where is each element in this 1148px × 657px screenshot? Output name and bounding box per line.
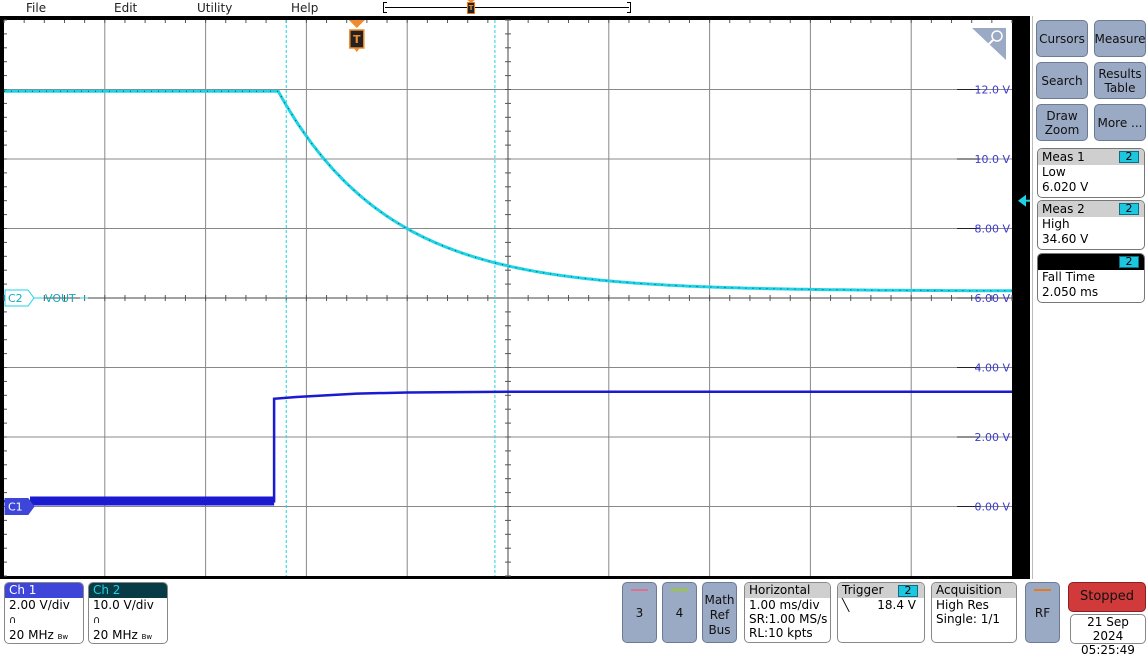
axis-label: 8.00 V <box>974 223 1010 236</box>
axis-label: 0.00 V <box>974 501 1010 514</box>
ch2-marker-label: C2 <box>8 292 23 305</box>
meas-1-title: Meas 1 <box>1042 150 1085 164</box>
ch1-probe-icon: ∩ <box>9 615 17 626</box>
trigger-source: 2 <box>898 585 918 597</box>
menu-utility[interactable]: Utility <box>197 0 232 16</box>
record-trigger-icon: T <box>467 2 475 14</box>
date: 21 Sep 2024 <box>1087 615 1129 643</box>
draw-zoom-button[interactable]: Draw Zoom <box>1036 104 1088 141</box>
meas-3-badge[interactable]: 2 Fall Time 2.050 ms <box>1037 253 1145 303</box>
ch2-probe-icon: ∩ <box>93 615 101 626</box>
ref-label: Ref <box>709 608 730 622</box>
meas-1-source: 2 <box>1119 151 1139 163</box>
axis-label: 10.0 V <box>974 153 1010 166</box>
record-bracket-right <box>627 2 631 13</box>
meas-2-type: High <box>1042 217 1070 231</box>
trigger-title: Trigger <box>842 583 884 597</box>
axis-label: 12.0 V <box>974 84 1010 97</box>
acquisition-mode: High Res <box>936 598 989 612</box>
run-stop-button[interactable]: Stopped <box>1068 582 1146 612</box>
record-line <box>385 7 629 8</box>
measure-button[interactable]: Measure <box>1094 20 1146 57</box>
horizontal-record-length: RL:10 kpts <box>749 626 813 640</box>
right-sidebar: Cursors Measure Search Results Table Dra… <box>1032 16 1148 579</box>
meas-2-badge[interactable]: Meas 2 2 High 34.60 V <box>1037 200 1145 250</box>
rf-color-bar <box>1034 589 1051 591</box>
meas-1-type: Low <box>1042 165 1066 179</box>
falling-edge-icon: ╲ <box>842 598 850 612</box>
meas-1-badge[interactable]: Meas 1 2 Low 6.020 V <box>1037 148 1145 198</box>
cursors-button[interactable]: Cursors <box>1036 20 1088 57</box>
acquisition-badge[interactable]: Acquisition High Res Single: 1/1 <box>931 582 1017 643</box>
record-view-bar[interactable]: T <box>383 0 631 14</box>
axis-label: 4.00 V <box>974 362 1010 375</box>
time: 05:25:49 <box>1081 643 1135 657</box>
waveform-display[interactable]: 12.0 V 10.0 V 8.00 V 6.00 V 4.00 V 2.00 V 0.00… <box>0 16 1030 579</box>
meas-3-source: 2 <box>1119 256 1139 268</box>
horizontal-sample-rate: SR:1.00 MS/s <box>749 612 828 626</box>
ch1-bw-icon: Bw <box>57 633 69 641</box>
trigger-level: 18.4 V <box>877 598 916 612</box>
menu-file[interactable]: File <box>26 0 46 16</box>
meas-3-value: 2.050 ms <box>1042 285 1099 299</box>
menu-help[interactable]: Help <box>291 0 318 16</box>
ch1-title: Ch 1 <box>5 583 83 598</box>
ch2-scale: 10.0 V/div <box>93 598 154 612</box>
meas-2-title: Meas 2 <box>1042 202 1085 216</box>
rf-button[interactable]: RF <box>1025 582 1060 643</box>
more-options-icon[interactable] <box>1022 293 1026 311</box>
acquisition-title: Acquisition <box>932 583 1016 598</box>
math-label: Math <box>704 593 735 607</box>
ch4-button[interactable]: 4 <box>662 582 697 643</box>
ch3-button[interactable]: 3 <box>622 582 657 643</box>
results-table-button[interactable]: Results Table <box>1094 62 1146 99</box>
bus-label: Bus <box>708 623 731 637</box>
meas-1-value: 6.020 V <box>1042 180 1089 194</box>
menu-bar: File Edit Utility Help T <box>0 0 1030 16</box>
more-button[interactable]: More ... <box>1094 104 1146 141</box>
meas-3-type: Fall Time <box>1042 270 1096 284</box>
ch2-title: Ch 2 <box>89 583 167 598</box>
ch1-scale: 2.00 V/div <box>9 598 70 612</box>
ch2-badge[interactable]: Ch 2 10.0 V/div ∩ 20 MHz Bw <box>88 582 168 644</box>
ch2-bw-icon: Bw <box>141 633 153 641</box>
date-time: 21 Sep 2024 05:25:49 <box>1070 614 1146 657</box>
ch3-color-bar <box>631 589 648 591</box>
trigger-t-icon: T <box>353 33 361 46</box>
meas-2-source: 2 <box>1119 203 1139 215</box>
axis-label: 6.00 V <box>974 292 1010 305</box>
search-button[interactable]: Search <box>1036 62 1088 99</box>
ch1-marker-label: C1 <box>8 501 23 514</box>
ch1-bandwidth: 20 MHz <box>9 628 54 642</box>
meas-2-value: 34.60 V <box>1042 232 1089 246</box>
waveform-graticule[interactable]: 12.0 V 10.0 V 8.00 V 6.00 V 4.00 V 2.00 V 0.00… <box>0 16 1030 579</box>
trigger-level-marker[interactable] <box>1018 194 1030 207</box>
ch4-label: 4 <box>675 606 684 620</box>
settings-bar: Ch 1 2.00 V/div ∩ 20 MHz Bw Ch 2 10.0 V/… <box>0 579 1148 657</box>
ch3-label: 3 <box>635 606 644 620</box>
acquisition-state: Single: 1/1 <box>936 612 1001 626</box>
axis-label: 2.00 V <box>974 431 1010 444</box>
horizontal-scale: 1.00 ms/div <box>749 598 820 612</box>
ch2-bandwidth: 20 MHz <box>93 628 138 642</box>
ch1-badge[interactable]: Ch 1 2.00 V/div ∩ 20 MHz Bw <box>4 582 84 644</box>
horizontal-title: Horizontal <box>745 583 830 598</box>
ch2-name-label: VOUT <box>45 292 76 305</box>
rf-label: RF <box>1034 606 1051 620</box>
menu-edit[interactable]: Edit <box>114 0 137 16</box>
horizontal-badge[interactable]: Horizontal 1.00 ms/div SR:1.00 MS/s RL:1… <box>744 582 831 643</box>
ch4-color-bar <box>671 589 688 591</box>
math-ref-bus-button[interactable]: Math Ref Bus <box>702 582 737 643</box>
trigger-badge[interactable]: Trigger 2 ╲ 18.4 V <box>837 582 925 643</box>
ch1-ground-marker[interactable]: C1 <box>4 498 35 515</box>
ch2-ground-marker[interactable]: C2 VOUT <box>4 289 88 307</box>
